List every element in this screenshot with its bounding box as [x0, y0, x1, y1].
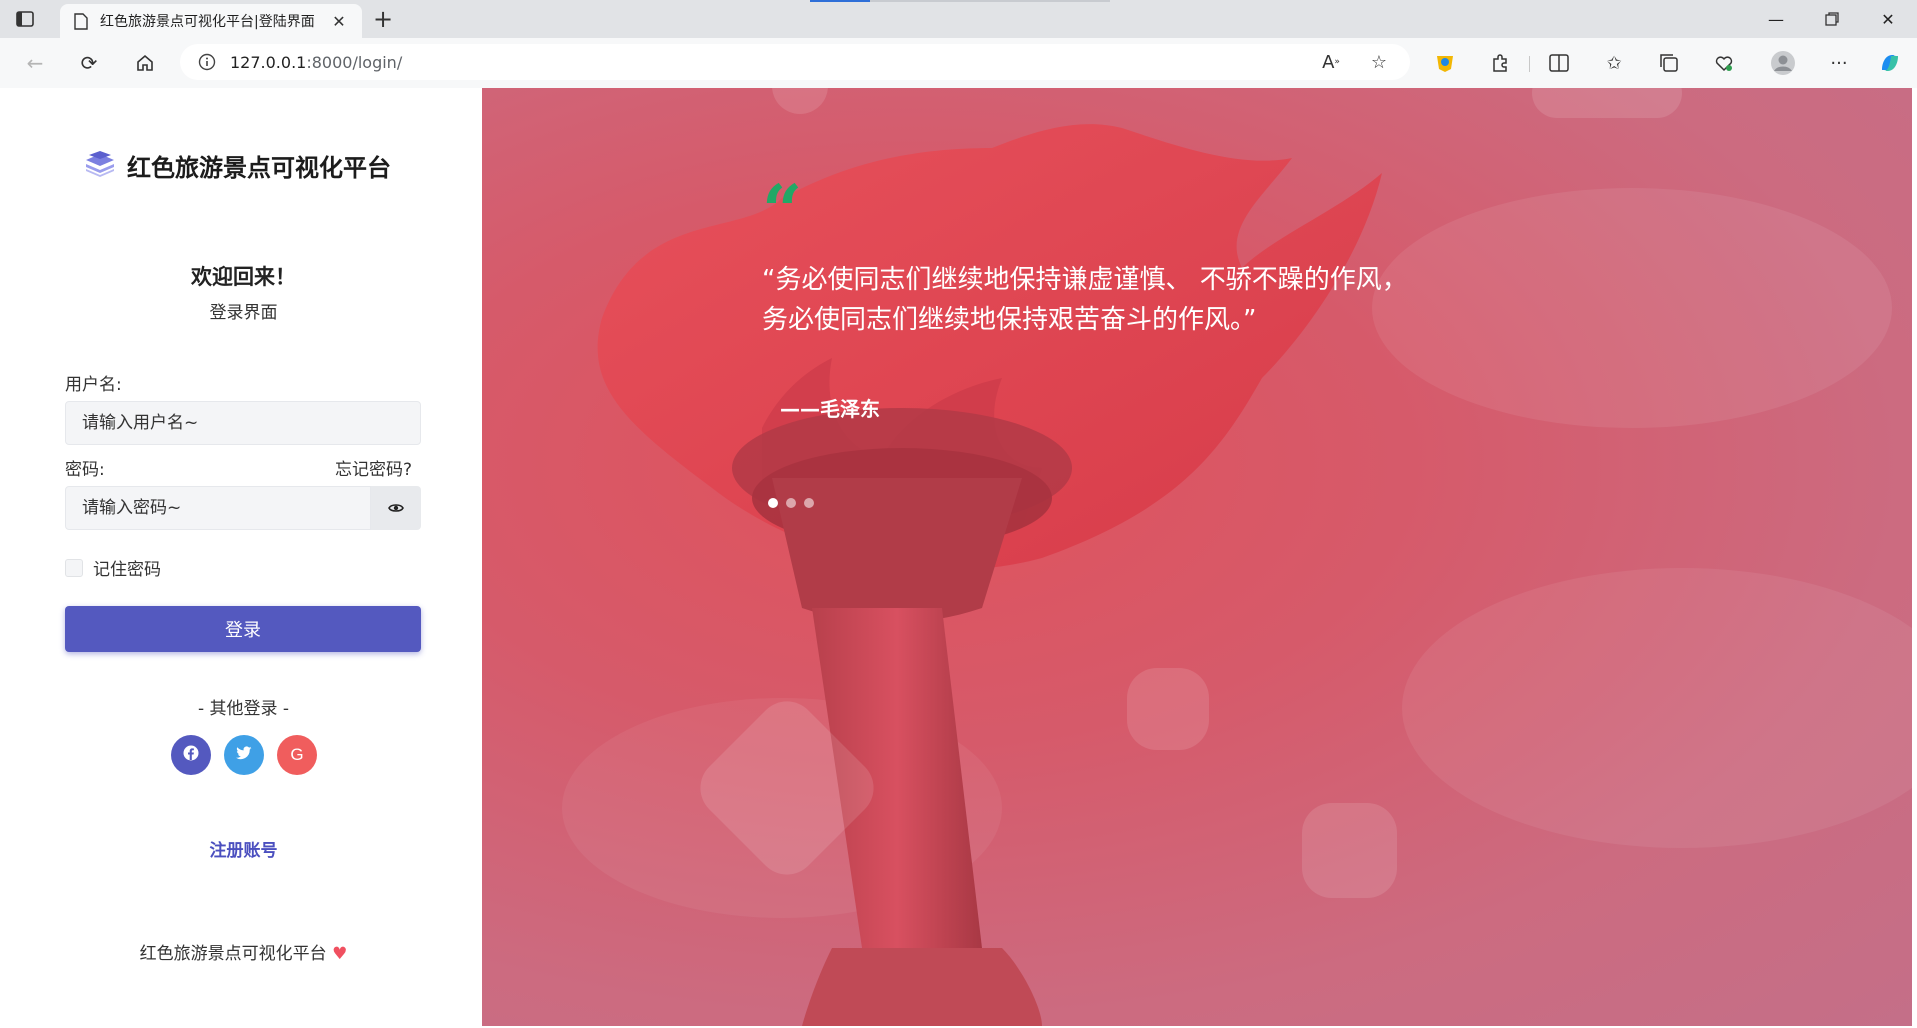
- carousel-indicators: [768, 498, 822, 508]
- twitter-login-button[interactable]: [224, 735, 264, 775]
- carousel-dot-3[interactable]: [804, 498, 814, 508]
- split-screen-icon[interactable]: [1546, 50, 1572, 76]
- collections-icon[interactable]: [1656, 50, 1682, 76]
- refresh-icon[interactable]: ⟳: [74, 48, 104, 78]
- url-text: 127.0.0.1:8000/login/: [230, 53, 402, 72]
- browser-essentials-icon[interactable]: [1711, 50, 1737, 76]
- toolbar-separator: [1529, 56, 1530, 72]
- close-window-button[interactable]: ✕: [1868, 6, 1908, 32]
- favorite-star-icon[interactable]: ☆: [1366, 49, 1392, 75]
- quote-text: “务必使同志们继续地保持谦虚谨慎、 不骄不躁的作风， 务必使同志们继续地保持艰苦…: [762, 260, 1462, 340]
- remember-password-row[interactable]: 记住密码: [65, 555, 161, 580]
- tab-strip-indicator-secondary: [870, 0, 1110, 2]
- forgot-password-link[interactable]: 忘记密码?: [335, 455, 412, 480]
- deco-square: [1127, 668, 1209, 750]
- welcome-heading: 欢迎回来！: [191, 265, 296, 289]
- google-icon: G: [290, 745, 304, 764]
- quote-author: ——毛泽东: [780, 397, 880, 421]
- new-tab-button[interactable]: +: [370, 6, 396, 32]
- password-input[interactable]: [65, 486, 371, 530]
- carousel-dot-2[interactable]: [786, 498, 796, 508]
- other-login-divider: - 其他登录 -: [197, 699, 290, 719]
- home-icon[interactable]: [130, 48, 160, 78]
- tab-actions-icon[interactable]: [14, 8, 36, 30]
- deco-square-small: [1302, 803, 1397, 898]
- register-link[interactable]: 注册账号: [5, 836, 482, 861]
- layers-logo-icon: [85, 150, 115, 182]
- favorites-icon[interactable]: ✩: [1601, 50, 1627, 76]
- address-bar[interactable]: 127.0.0.1:8000/login/ A» ☆: [180, 44, 1410, 80]
- password-label: 密码:: [65, 460, 105, 480]
- deco-pill: [1532, 88, 1682, 118]
- heart-icon: ♥: [332, 944, 348, 964]
- carousel-dot-1[interactable]: [768, 498, 778, 508]
- username-input[interactable]: [65, 401, 421, 445]
- minimize-button[interactable]: —: [1756, 6, 1796, 32]
- footer-text: 红色旅游景点可视化平台: [139, 944, 327, 964]
- browser-toolbar: ← ⟳ 127.0.0.1:8000/login/ A» ☆ ✩ ···: [0, 38, 1917, 88]
- puzzle-extensions-icon[interactable]: [1487, 50, 1513, 76]
- browser-tab-bar: 红色旅游景点可视化平台|登陆界面 ✕ + — ✕: [0, 0, 1917, 38]
- brand-name: 红色旅游景点可视化平台: [127, 154, 391, 182]
- login-panel: 红色旅游景点可视化平台 欢迎回来！ 登录界面 用户名: 密码: 忘记密码? 记住…: [5, 88, 482, 1026]
- browser-tab[interactable]: 红色旅游景点可视化平台|登陆界面 ✕: [60, 4, 362, 38]
- footer: 红色旅游景点可视化平台 ♥: [5, 939, 482, 964]
- remember-password-checkbox[interactable]: [65, 558, 83, 577]
- remember-password-label: 记住密码: [93, 560, 161, 580]
- quote-mark-icon: “: [762, 169, 803, 252]
- brand: 红色旅游景点可视化平台: [85, 148, 391, 183]
- torch-illustration: [562, 124, 1912, 1026]
- eye-icon: [388, 499, 404, 518]
- back-arrow-icon[interactable]: ←: [20, 48, 50, 78]
- show-password-button[interactable]: [371, 486, 421, 530]
- quote-line-2: 务必使同志们继续地保持艰苦奋斗的作风。”: [762, 305, 1257, 335]
- tab-strip-indicator: [810, 0, 870, 2]
- tab-title: 红色旅游景点可视化平台|登陆界面: [100, 14, 315, 30]
- hero-panel: “ “务必使同志们继续地保持谦虚谨慎、 不骄不躁的作风， 务必使同志们继续地保持…: [482, 88, 1912, 1026]
- close-tab-icon[interactable]: ✕: [328, 12, 350, 31]
- url-host: 127.0.0.1: [230, 52, 307, 72]
- login-button[interactable]: 登录: [65, 606, 421, 652]
- url-path: :8000/login/: [306, 52, 403, 72]
- google-login-button[interactable]: G: [277, 735, 317, 775]
- read-aloud-icon[interactable]: A»: [1318, 49, 1344, 75]
- more-options-icon[interactable]: ···: [1826, 50, 1852, 76]
- profile-avatar-icon[interactable]: [1770, 50, 1796, 76]
- restore-button[interactable]: [1812, 6, 1852, 32]
- copilot-icon[interactable]: [1877, 50, 1903, 76]
- username-label: 用户名:: [65, 375, 122, 395]
- site-info-icon[interactable]: [198, 53, 216, 71]
- login-subtitle: 登录界面: [209, 303, 278, 323]
- facebook-icon: [183, 745, 199, 765]
- facebook-login-button[interactable]: [171, 735, 211, 775]
- document-icon: [72, 12, 90, 30]
- login-page: 红色旅游景点可视化平台 欢迎回来！ 登录界面 用户名: 密码: 忘记密码? 记住…: [5, 88, 1912, 1026]
- quote-line-1: “务必使同志们继续地保持谦虚谨慎、 不骄不躁的作风，: [762, 265, 1408, 295]
- extension-icon[interactable]: [1432, 50, 1458, 76]
- twitter-icon: [236, 746, 252, 764]
